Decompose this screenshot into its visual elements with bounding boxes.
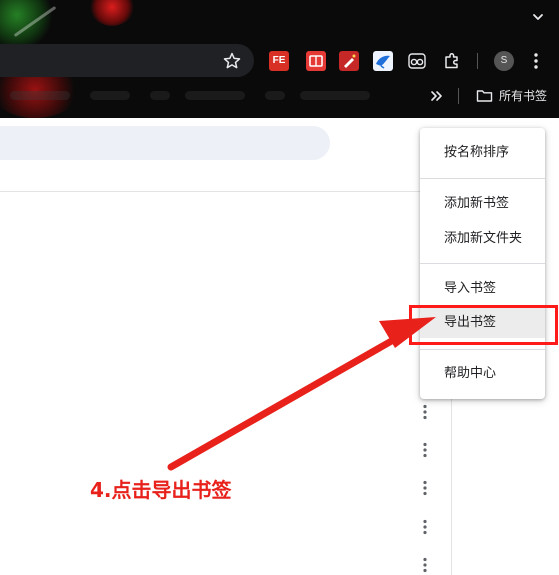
- bookmarks-context-menu: 按名称排序 添加新书签 添加新文件夹 导入书签 导出书签 帮助中心: [420, 128, 545, 399]
- annotation-text: 4.点击导出书签: [90, 478, 232, 502]
- more-vert-icon[interactable]: [421, 404, 429, 420]
- menu-item-sort-by-name[interactable]: 按名称排序: [420, 138, 545, 168]
- bookmarks-search-bar[interactable]: [0, 126, 330, 160]
- pen-extension-icon[interactable]: [339, 51, 359, 71]
- more-vert-icon[interactable]: [421, 557, 429, 573]
- bookmarks-divider: [458, 88, 459, 104]
- address-bar[interactable]: [0, 44, 254, 77]
- bird-extension-icon[interactable]: [373, 51, 393, 71]
- toolbar-divider: [477, 53, 478, 69]
- folder-icon: [476, 90, 493, 102]
- glasses-extension-icon[interactable]: [407, 51, 427, 71]
- all-bookmarks-link[interactable]: 所有书签: [499, 88, 547, 104]
- menu-separator: [420, 178, 545, 179]
- book-extension-icon[interactable]: [306, 51, 326, 71]
- double-chevron-icon[interactable]: [429, 89, 445, 103]
- menu-item-help-center[interactable]: 帮助中心: [420, 359, 545, 389]
- screenshot-stage: FE S 所有书签 按名称排序 添加新书签 添加新文件夹 导入书签 导出书签 帮…: [0, 0, 559, 575]
- header-divider: [0, 191, 452, 192]
- menu-item-import-bookmarks[interactable]: 导入书签: [420, 274, 545, 304]
- menu-separator: [420, 349, 545, 350]
- browser-chrome: FE S 所有书签: [0, 0, 559, 118]
- highlight-box: [409, 305, 558, 345]
- fe-extension-icon[interactable]: FE: [269, 51, 289, 71]
- more-vert-icon[interactable]: [531, 52, 541, 70]
- menu-item-add-folder[interactable]: 添加新文件夹: [420, 224, 545, 254]
- more-vert-icon[interactable]: [421, 442, 429, 458]
- more-vert-icon[interactable]: [421, 480, 429, 496]
- blurred-bookmarks: [10, 86, 380, 106]
- avatar[interactable]: S: [494, 51, 514, 71]
- chevron-down-icon[interactable]: [531, 10, 545, 24]
- more-vert-icon[interactable]: [421, 519, 429, 535]
- puzzle-icon[interactable]: [442, 51, 462, 71]
- menu-item-add-bookmark[interactable]: 添加新书签: [420, 189, 545, 219]
- star-icon[interactable]: [222, 51, 242, 71]
- menu-separator: [420, 263, 545, 264]
- background-bokeh: [90, 0, 134, 26]
